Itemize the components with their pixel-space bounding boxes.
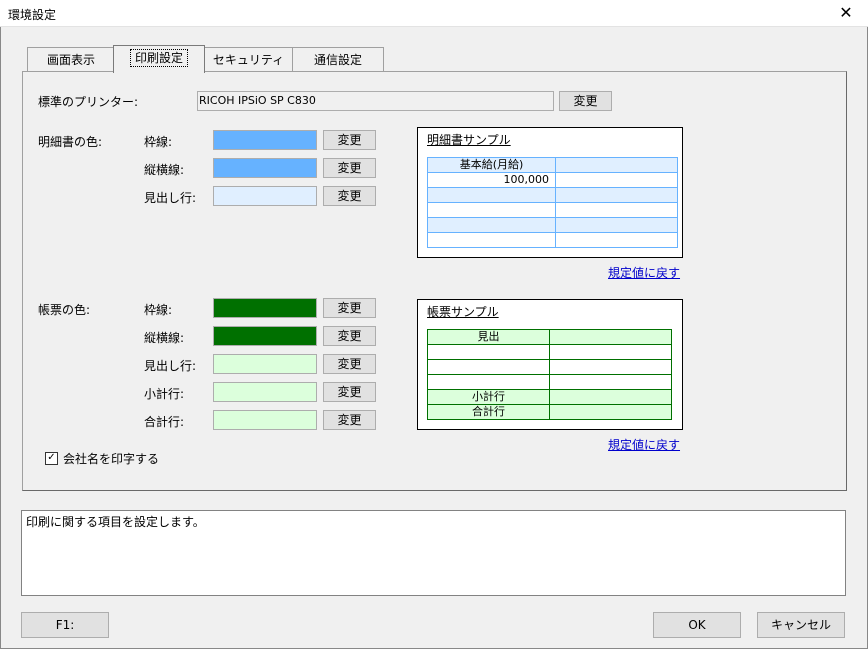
description-box: 印刷に関する項目を設定します。 — [21, 510, 846, 596]
meisai-sample-cell — [427, 187, 556, 203]
meisai-frame-change-button[interactable]: 変更 — [323, 130, 376, 150]
chouhyou-reset-link[interactable]: 規定値に戻す — [608, 436, 680, 453]
chouhyou-grid-change-button[interactable]: 変更 — [323, 326, 376, 346]
chouhyou-sample-cell — [549, 374, 672, 390]
tab-communication-label: 通信設定 — [313, 53, 362, 67]
table-row — [427, 202, 678, 218]
ok-button[interactable]: OK — [653, 612, 741, 638]
chouhyou-subtotal-change-button[interactable]: 変更 — [323, 382, 376, 402]
printer-label: 標準のプリンター: — [38, 95, 139, 109]
meisai-sample-title: 明細書サンプル — [427, 133, 511, 147]
chouhyou-color-label: 帳票の色: — [38, 303, 91, 317]
tab-print-settings-label: 印刷設定 — [129, 49, 188, 67]
chouhyou-sample-cell — [427, 359, 550, 375]
f1-help-button[interactable]: F1: — [21, 612, 109, 638]
meisai-sample-cell — [427, 217, 556, 233]
chouhyou-sample-table: 見出 小計行 合計行 — [427, 329, 672, 420]
tab-security-label: セキュリティ — [212, 53, 285, 67]
meisai-sample-cell — [555, 217, 678, 233]
meisai-header-swatch — [213, 186, 317, 206]
print-company-label: 会社名を印字する — [63, 452, 160, 466]
tab-display-label: 画面表示 — [46, 53, 95, 67]
tab-print-settings[interactable]: 印刷設定 — [113, 45, 205, 73]
table-row — [427, 374, 672, 390]
table-row: 100,000 — [427, 172, 678, 188]
meisai-sample-header: 基本給(月給) — [427, 157, 556, 173]
print-company-checkbox[interactable]: ✓ — [45, 452, 58, 465]
meisai-grid-swatch — [213, 158, 317, 178]
chouhyou-sample-cell — [427, 374, 550, 390]
table-row — [427, 187, 678, 203]
chouhyou-frame-change-button[interactable]: 変更 — [323, 298, 376, 318]
meisai-grid-label: 縦横線: — [144, 163, 185, 177]
chouhyou-sample-box: 帳票サンプル 見出 小計行 合計行 — [417, 299, 683, 430]
chouhyou-grid-swatch — [213, 326, 317, 346]
print-settings-panel: 標準のプリンター: RICOH IPSiO SP C830 変更 明細書の色: … — [22, 71, 847, 491]
meisai-grid-change-button[interactable]: 変更 — [323, 158, 376, 178]
chouhyou-header-change-button[interactable]: 変更 — [323, 354, 376, 374]
chouhyou-total-swatch — [213, 410, 317, 430]
chouhyou-sample-subtotal: 小計行 — [427, 389, 550, 405]
table-row: 基本給(月給) — [427, 157, 678, 173]
chouhyou-sample-title: 帳票サンプル — [427, 305, 499, 319]
meisai-sample-value: 100,000 — [427, 172, 556, 188]
meisai-sample-cell — [555, 187, 678, 203]
tab-security[interactable]: セキュリティ — [204, 47, 293, 72]
chouhyou-subtotal-label: 小計行: — [144, 387, 185, 401]
chouhyou-sample-cell — [549, 389, 672, 405]
chouhyou-sample-header: 見出 — [427, 329, 550, 345]
chouhyou-grid-label: 縦横線: — [144, 331, 185, 345]
chouhyou-sample-cell — [549, 404, 672, 420]
chouhyou-sample-cell — [549, 329, 672, 345]
meisai-color-label: 明細書の色: — [38, 135, 103, 149]
meisai-sample-cell — [555, 202, 678, 218]
meisai-sample-table: 基本給(月給) 100,000 — [427, 157, 678, 248]
meisai-header-change-button[interactable]: 変更 — [323, 186, 376, 206]
table-row: 小計行 — [427, 389, 672, 405]
chouhyou-header-swatch — [213, 354, 317, 374]
meisai-sample-cell — [555, 232, 678, 248]
chouhyou-sample-cell — [427, 344, 550, 360]
tab-communication[interactable]: 通信設定 — [292, 47, 384, 72]
printer-field[interactable]: RICOH IPSiO SP C830 — [197, 91, 554, 111]
table-row — [427, 344, 672, 360]
cancel-button[interactable]: キャンセル — [757, 612, 845, 638]
chouhyou-frame-label: 枠線: — [144, 303, 173, 317]
chouhyou-header-label: 見出し行: — [144, 359, 197, 373]
tab-display[interactable]: 画面表示 — [27, 47, 115, 72]
title-bar: 環境設定 ✕ — [0, 0, 868, 27]
meisai-sample-box: 明細書サンプル 基本給(月給) 100,000 — [417, 127, 683, 258]
chouhyou-sample-cell — [549, 359, 672, 375]
table-row — [427, 232, 678, 248]
window-title: 環境設定 — [8, 8, 57, 22]
chouhyou-sample-cell — [549, 344, 672, 360]
printer-change-button[interactable]: 変更 — [559, 91, 612, 111]
chouhyou-frame-swatch — [213, 298, 317, 318]
meisai-header-label: 見出し行: — [144, 191, 197, 205]
chouhyou-total-label: 合計行: — [144, 415, 185, 429]
meisai-sample-cell — [555, 172, 678, 188]
chouhyou-subtotal-swatch — [213, 382, 317, 402]
meisai-frame-label: 枠線: — [144, 135, 173, 149]
meisai-frame-swatch — [213, 130, 317, 150]
table-row — [427, 359, 672, 375]
meisai-sample-cell — [427, 202, 556, 218]
chouhyou-total-change-button[interactable]: 変更 — [323, 410, 376, 430]
table-row: 見出 — [427, 329, 672, 345]
meisai-sample-cell — [427, 232, 556, 248]
meisai-reset-link[interactable]: 規定値に戻す — [608, 264, 680, 281]
close-icon[interactable]: ✕ — [824, 0, 868, 26]
table-row: 合計行 — [427, 404, 672, 420]
chouhyou-sample-total: 合計行 — [427, 404, 550, 420]
meisai-sample-cell — [555, 157, 678, 173]
table-row — [427, 217, 678, 233]
